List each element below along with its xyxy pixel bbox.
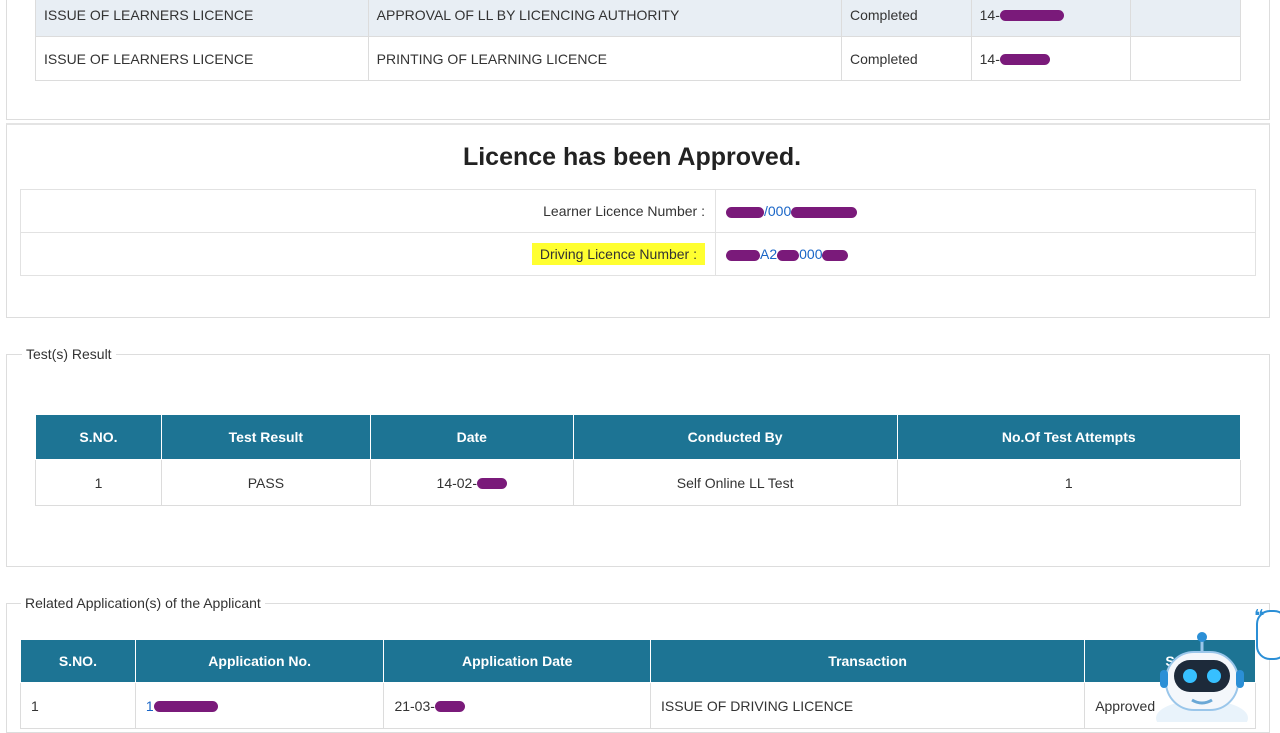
driving-licence-label: Driving Licence Number : bbox=[531, 243, 705, 265]
test-results-legend: Test(s) Result bbox=[22, 346, 116, 362]
redacted-value bbox=[153, 701, 218, 713]
sno-cell: 1 bbox=[20, 682, 136, 729]
date-cell: 14- bbox=[970, 0, 1132, 37]
column-header: S.NO. bbox=[35, 414, 162, 460]
redacted-value bbox=[822, 249, 849, 261]
related-applications-legend: Related Application(s) of the Applicant bbox=[21, 595, 265, 611]
column-header: Application Date bbox=[383, 639, 651, 683]
test-results-table: S.NO. Test Result Date Conducted By No.O… bbox=[35, 414, 1242, 506]
column-header: No.Of Test Attempts bbox=[896, 414, 1242, 460]
column-header: S.NO. bbox=[20, 639, 136, 683]
service-cell: ISSUE OF LEARNERS LICENCE bbox=[35, 0, 369, 37]
empty-cell bbox=[1130, 0, 1241, 37]
table-header-row: S.NO. Application No. Application Date T… bbox=[20, 639, 1256, 683]
redacted-value bbox=[777, 249, 800, 261]
table-row: 1 1 21-03- ISSUE OF DRIVING LICENCE Appr… bbox=[20, 682, 1256, 729]
attempts-cell: 1 bbox=[896, 459, 1242, 506]
task-cell: APPROVAL OF LL BY LICENCING AUTHORITY bbox=[367, 0, 843, 37]
application-status-table: ISSUE OF LEARNERS LICENCE APPROVAL OF LL… bbox=[35, 0, 1241, 81]
driving-licence-number[interactable]: A2 000 bbox=[715, 232, 1256, 276]
column-header: Test Result bbox=[160, 414, 371, 460]
status-cell: Completed bbox=[841, 0, 972, 37]
application-date-cell: 21-03- bbox=[383, 682, 651, 729]
date-cell: 14-02- bbox=[369, 459, 574, 506]
table-row: 1 PASS 14-02- Self Online LL Test 1 bbox=[35, 459, 1242, 506]
date-cell: 14- bbox=[970, 36, 1132, 81]
learner-licence-label: Learner Licence Number : bbox=[20, 189, 716, 233]
redacted-value bbox=[791, 206, 858, 218]
status-cell: Completed bbox=[841, 36, 972, 81]
redacted-date bbox=[477, 478, 507, 490]
empty-cell bbox=[1130, 36, 1241, 81]
column-header: Conducted By bbox=[572, 414, 898, 460]
table-header-row: S.NO. Test Result Date Conducted By No.O… bbox=[35, 414, 1242, 460]
table-row: ISSUE OF LEARNERS LICENCE APPROVAL OF LL… bbox=[35, 0, 1241, 37]
table-row: Driving Licence Number : A2 000 bbox=[20, 232, 1256, 276]
task-cell: PRINTING OF LEARNING LICENCE bbox=[367, 36, 843, 81]
related-applications-table: S.NO. Application No. Application Date T… bbox=[20, 639, 1256, 729]
service-cell: ISSUE OF LEARNERS LICENCE bbox=[35, 36, 369, 81]
application-number-cell[interactable]: 1 bbox=[134, 682, 385, 729]
redacted-date bbox=[999, 54, 1050, 66]
approval-message: Licence has been Approved. bbox=[462, 143, 802, 171]
column-header: Application No. bbox=[134, 639, 385, 683]
redacted-value bbox=[726, 206, 764, 218]
redacted-date bbox=[434, 701, 465, 713]
licence-numbers-table: Learner Licence Number : /000 Driving Li… bbox=[20, 189, 1256, 276]
driving-licence-label-cell: Driving Licence Number : bbox=[20, 232, 716, 276]
chatbot-robot-icon[interactable] bbox=[1152, 622, 1262, 733]
table-row: Learner Licence Number : /000 bbox=[20, 189, 1256, 233]
conducted-by-cell: Self Online LL Test bbox=[572, 459, 898, 506]
table-row: ISSUE OF LEARNERS LICENCE PRINTING OF LE… bbox=[35, 36, 1241, 81]
column-header: Transaction bbox=[649, 639, 1086, 683]
transaction-cell: ISSUE OF DRIVING LICENCE bbox=[649, 682, 1086, 729]
learner-licence-number[interactable]: /000 bbox=[715, 189, 1256, 233]
test-result-cell: PASS bbox=[160, 459, 371, 506]
column-header: Date bbox=[369, 414, 574, 460]
sno-cell: 1 bbox=[35, 459, 162, 506]
redacted-value bbox=[726, 249, 760, 261]
redacted-date bbox=[999, 10, 1064, 22]
